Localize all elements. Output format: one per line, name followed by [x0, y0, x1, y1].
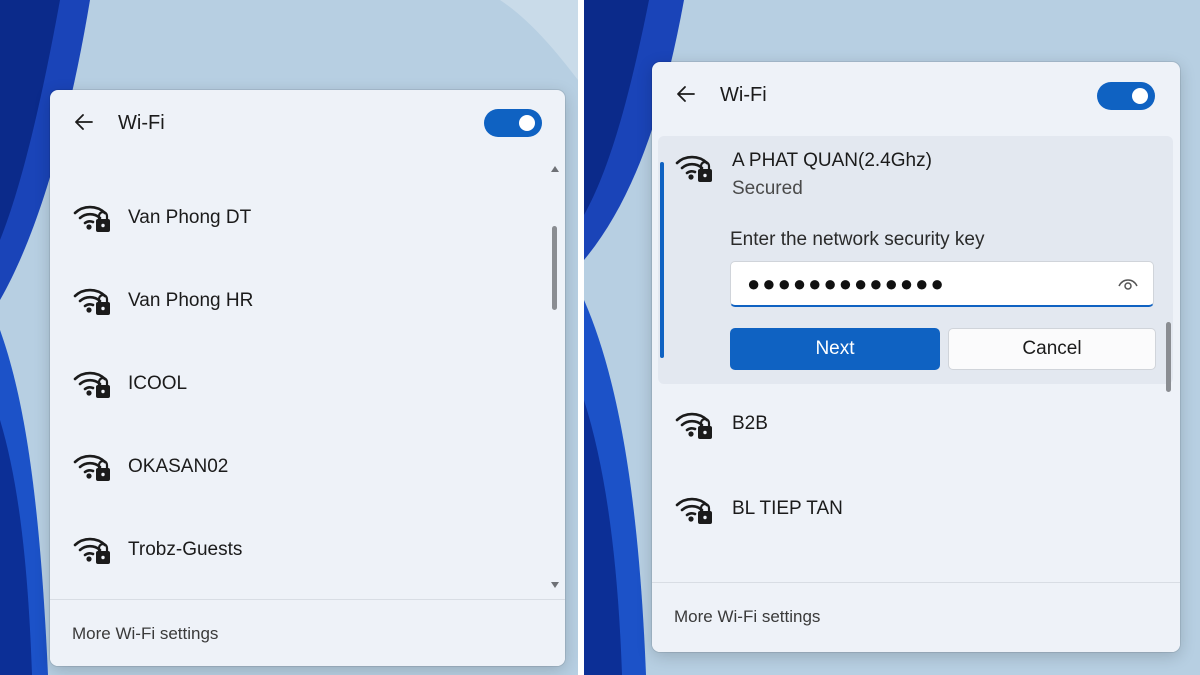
network-item-icool[interactable]: ICOOL	[50, 349, 540, 419]
more-wifi-settings-link[interactable]: More Wi-Fi settings	[674, 607, 820, 627]
network-name: Van Phong HR	[128, 290, 254, 311]
back-arrow-icon[interactable]	[674, 82, 698, 106]
flyout-footer: More Wi-Fi settings	[50, 599, 565, 666]
back-arrow-icon[interactable]	[72, 110, 96, 134]
wifi-secured-icon	[674, 405, 714, 441]
wifi-flyout-left: Wi-Fi Van Phong DT Van Phong HR ICOOL OK…	[50, 90, 565, 666]
network-name: BL TIEP TAN	[732, 498, 843, 519]
network-name: B2B	[732, 413, 768, 434]
selection-accent	[660, 162, 664, 358]
flyout-footer: More Wi-Fi settings	[652, 582, 1180, 652]
wifi-secured-icon	[674, 490, 714, 526]
wifi-secured-icon	[72, 281, 112, 317]
scroll-thumb[interactable]	[552, 226, 557, 310]
scrollbar[interactable]	[548, 160, 562, 596]
network-item-a-phat-quan-expanded: A PHAT QUAN(2.4Ghz) Secured Enter the ne…	[658, 136, 1173, 384]
network-item-bl-tiep-tan[interactable]: BL TIEP TAN	[652, 475, 1172, 545]
network-item-okasan02[interactable]: OKASAN02	[50, 432, 540, 502]
reveal-password-icon[interactable]	[1117, 275, 1139, 293]
right-screenshot: Wi-Fi A PHAT QUAN(2.4Ghz) Secured Enter …	[584, 0, 1200, 675]
network-item-van-phong-dt[interactable]: Van Phong DT	[50, 183, 540, 253]
network-status: Secured	[732, 178, 803, 199]
network-name: A PHAT QUAN(2.4Ghz)	[732, 150, 932, 171]
flyout-title: Wi-Fi	[118, 112, 165, 134]
next-button[interactable]: Next	[730, 328, 940, 370]
wifi-flyout-right: Wi-Fi A PHAT QUAN(2.4Ghz) Secured Enter …	[652, 62, 1180, 652]
flyout-header: Wi-Fi	[652, 62, 1180, 126]
wifi-secured-icon	[72, 364, 112, 400]
network-item-partial[interactable]	[652, 562, 1172, 584]
wifi-toggle[interactable]	[484, 109, 542, 137]
scroll-down-icon[interactable]	[550, 580, 560, 590]
left-screenshot: Wi-Fi Van Phong DT Van Phong HR ICOOL OK…	[0, 0, 578, 675]
toggle-knob	[1132, 88, 1148, 104]
masked-password: ●●●●●●●●●●●●●	[747, 271, 946, 296]
network-name: Van Phong DT	[128, 207, 252, 228]
network-item-b2b[interactable]: B2B	[652, 390, 1172, 460]
cancel-button[interactable]: Cancel	[948, 328, 1156, 370]
more-wifi-settings-link[interactable]: More Wi-Fi settings	[72, 624, 218, 644]
network-name: OKASAN02	[128, 456, 229, 477]
network-name: ICOOL	[128, 373, 188, 394]
network-item-van-phong-hr[interactable]: Van Phong HR	[50, 266, 540, 336]
security-key-input[interactable]: ●●●●●●●●●●●●●	[730, 261, 1154, 307]
wifi-secured-icon	[72, 530, 112, 566]
flyout-title: Wi-Fi	[720, 84, 767, 106]
wifi-secured-icon	[72, 198, 112, 234]
security-key-label: Enter the network security key	[730, 229, 985, 250]
flyout-header: Wi-Fi	[50, 90, 565, 154]
wifi-secured-icon	[674, 148, 714, 184]
network-item-trobz-guests[interactable]: Trobz-Guests	[50, 515, 540, 585]
wifi-toggle[interactable]	[1097, 82, 1155, 110]
toggle-knob	[519, 115, 535, 131]
scroll-thumb[interactable]	[1166, 322, 1171, 392]
scrollbar[interactable]	[1162, 132, 1176, 582]
wifi-secured-icon	[72, 447, 112, 483]
scroll-up-icon[interactable]	[550, 164, 560, 174]
network-name: Trobz-Guests	[128, 539, 243, 560]
